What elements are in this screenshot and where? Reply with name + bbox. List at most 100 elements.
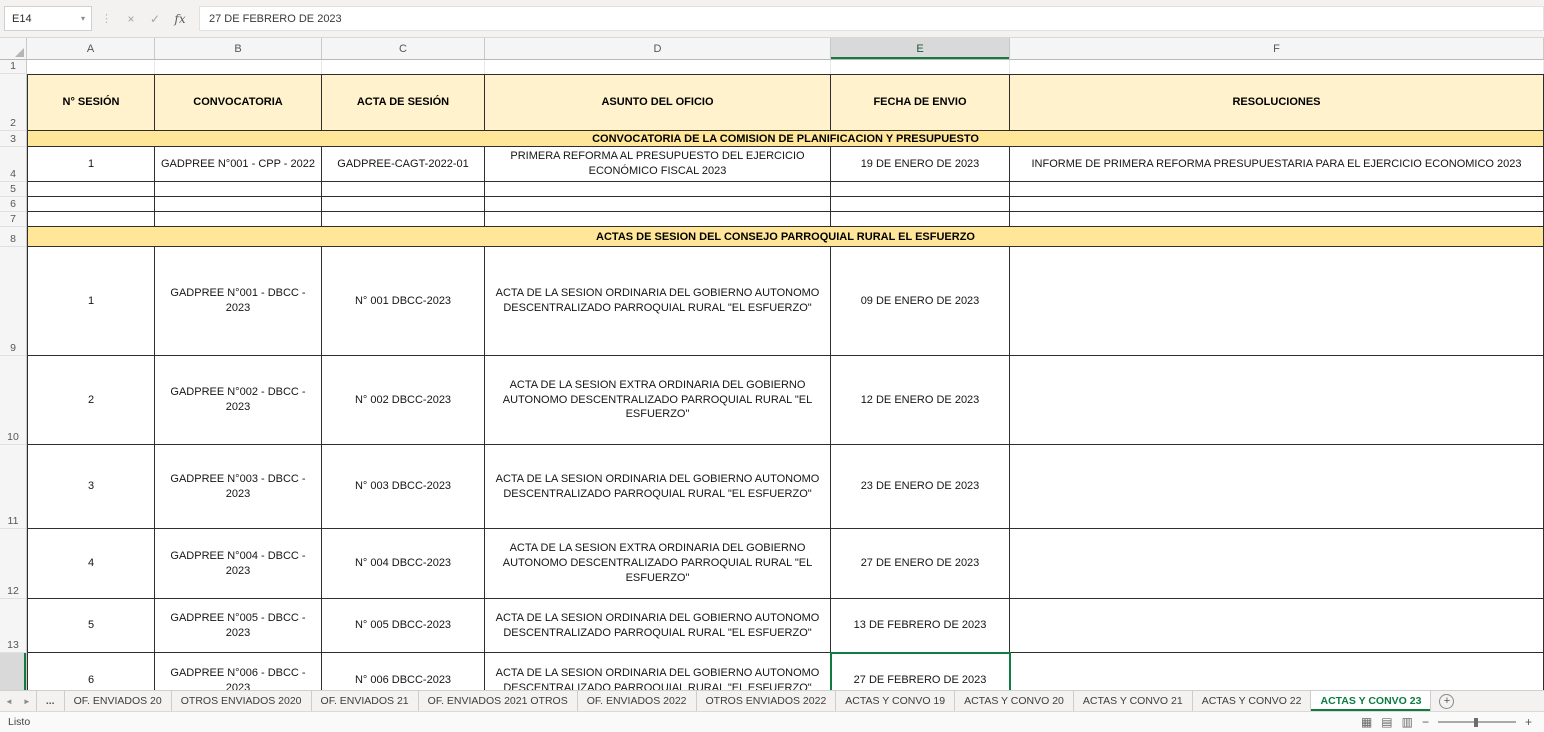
zoom-out-icon[interactable]: − [1422, 715, 1429, 729]
cell-C10[interactable]: N° 002 DBCC-2023 [322, 356, 485, 445]
cell-E14-active[interactable]: 27 DE FEBRERO DE 2023 [831, 653, 1010, 690]
cell-D2[interactable]: ASUNTO DEL OFICIO [485, 74, 831, 131]
cell-B11[interactable]: GADPREE N°003 - DBCC - 2023 [155, 445, 322, 529]
formula-input[interactable]: 27 DE FEBRERO DE 2023 [199, 6, 1544, 31]
cell-B12[interactable]: GADPREE N°004 - DBCC - 2023 [155, 529, 322, 599]
row-header-8[interactable]: 8 [0, 227, 27, 247]
name-box-dropdown-icon[interactable]: ▾ [75, 14, 91, 23]
cell-F5[interactable] [1010, 182, 1544, 197]
cancel-icon[interactable]: × [119, 12, 143, 26]
cell-A4[interactable]: 1 [27, 147, 155, 182]
cell-A10[interactable]: 2 [27, 356, 155, 445]
cell-E11[interactable]: 23 DE ENERO DE 2023 [831, 445, 1010, 529]
cell-F10[interactable] [1010, 356, 1544, 445]
tabs-overflow-button[interactable]: ... [36, 691, 65, 711]
sheet-tab-actas-y-convo-23-active[interactable]: ACTAS Y CONVO 23 [1311, 691, 1431, 711]
column-header-d[interactable]: D [485, 38, 831, 60]
cell-D7[interactable] [485, 212, 831, 227]
cell-E2[interactable]: FECHA DE ENVIO [831, 74, 1010, 131]
column-header-a[interactable]: A [27, 38, 155, 60]
cell-B4[interactable]: GADPREE N°001 - CPP - 2022 [155, 147, 322, 182]
cell-F14[interactable] [1010, 653, 1544, 690]
cell-A13[interactable]: 5 [27, 599, 155, 653]
cell-B7[interactable] [155, 212, 322, 227]
row-header-3[interactable]: 3 [0, 131, 27, 147]
zoom-slider[interactable] [1438, 715, 1516, 729]
cell-D6[interactable] [485, 197, 831, 212]
cell-A11[interactable]: 3 [27, 445, 155, 529]
row-header-13[interactable]: 13 [0, 599, 27, 653]
sheet-tab-of-enviados-2022[interactable]: OF. ENVIADOS 2022 [578, 691, 697, 711]
cell-D5[interactable] [485, 182, 831, 197]
row-header-12[interactable]: 12 [0, 529, 27, 599]
sheet-tab-actas-y-convo-19[interactable]: ACTAS Y CONVO 19 [836, 691, 955, 711]
cell-E4[interactable]: 19 DE ENERO DE 2023 [831, 147, 1010, 182]
column-header-e-selected[interactable]: E [831, 38, 1010, 60]
sheet-tab-actas-y-convo-22[interactable]: ACTAS Y CONVO 22 [1193, 691, 1312, 711]
sheet-tab-actas-y-convo-20[interactable]: ACTAS Y CONVO 20 [955, 691, 1074, 711]
zoom-in-icon[interactable]: + [1525, 715, 1532, 729]
cell-A8-merged-banner[interactable]: ACTAS DE SESION DEL CONSEJO PARROQUIAL R… [27, 227, 1544, 247]
row-header-6[interactable]: 6 [0, 197, 27, 212]
cell-F6[interactable] [1010, 197, 1544, 212]
cell-E10[interactable]: 12 DE ENERO DE 2023 [831, 356, 1010, 445]
column-header-f[interactable]: F [1010, 38, 1544, 60]
row-header-2[interactable]: 2 [0, 74, 27, 131]
cell-F2[interactable]: RESOLUCIONES [1010, 74, 1544, 131]
cell-B9[interactable]: GADPREE N°001 - DBCC - 2023 [155, 247, 322, 356]
cell-A5[interactable] [27, 182, 155, 197]
cell-D11[interactable]: ACTA DE LA SESION ORDINARIA DEL GOBIERNO… [485, 445, 831, 529]
row-header-7[interactable]: 7 [0, 212, 27, 227]
cell-C12[interactable]: N° 004 DBCC-2023 [322, 529, 485, 599]
cell-D10[interactable]: ACTA DE LA SESION EXTRA ORDINARIA DEL GO… [485, 356, 831, 445]
cell-C6[interactable] [322, 197, 485, 212]
cell-D9[interactable]: ACTA DE LA SESION ORDINARIA DEL GOBIERNO… [485, 247, 831, 356]
cell-B10[interactable]: GADPREE N°002 - DBCC - 2023 [155, 356, 322, 445]
sheet-tab-actas-y-convo-21[interactable]: ACTAS Y CONVO 21 [1074, 691, 1193, 711]
cell-A1[interactable] [27, 60, 155, 74]
cell-C1[interactable] [322, 60, 485, 74]
row-header-14[interactable]: 14 [0, 653, 27, 690]
zoom-slider-thumb[interactable] [1474, 718, 1478, 727]
cell-B14[interactable]: GADPREE N°006 - DBCC - 2023 [155, 653, 322, 690]
tabs-scroll-right-icon[interactable]: ► [18, 691, 36, 711]
cell-C13[interactable]: N° 005 DBCC-2023 [322, 599, 485, 653]
cell-D4[interactable]: PRIMERA REFORMA AL PRESUPUESTO DEL EJERC… [485, 147, 831, 182]
cell-A9[interactable]: 1 [27, 247, 155, 356]
sheet-tab-of-enviados-20[interactable]: OF. ENVIADOS 20 [65, 691, 172, 711]
cell-C11[interactable]: N° 003 DBCC-2023 [322, 445, 485, 529]
cell-A14[interactable]: 6 [27, 653, 155, 690]
row-header-9[interactable]: 9 [0, 247, 27, 356]
sheet-tab-otros-enviados-2022[interactable]: OTROS ENVIADOS 2022 [697, 691, 837, 711]
cell-C14[interactable]: N° 006 DBCC-2023 [322, 653, 485, 690]
view-page-layout-icon[interactable]: ▤ [1381, 715, 1392, 729]
cell-A3-merged-banner[interactable]: CONVOCATORIA DE LA COMISION DE PLANIFICA… [27, 131, 1544, 147]
cell-C9[interactable]: N° 001 DBCC-2023 [322, 247, 485, 356]
cell-E13[interactable]: 13 DE FEBRERO DE 2023 [831, 599, 1010, 653]
view-page-break-icon[interactable]: ▥ [1402, 715, 1413, 729]
sheet-tab-of-enviados-21[interactable]: OF. ENVIADOS 21 [312, 691, 419, 711]
tabs-scroll-left-icon[interactable]: ◄ [0, 691, 18, 711]
sheet-tab-otros-enviados-2020[interactable]: OTROS ENVIADOS 2020 [172, 691, 312, 711]
cell-F7[interactable] [1010, 212, 1544, 227]
cell-E6[interactable] [831, 197, 1010, 212]
cell-F1[interactable] [1010, 60, 1544, 74]
cell-E12[interactable]: 27 DE ENERO DE 2023 [831, 529, 1010, 599]
insert-function-icon[interactable]: fx [167, 12, 193, 26]
cell-C7[interactable] [322, 212, 485, 227]
cell-A7[interactable] [27, 212, 155, 227]
cell-E5[interactable] [831, 182, 1010, 197]
cell-E9[interactable]: 09 DE ENERO DE 2023 [831, 247, 1010, 356]
add-sheet-button[interactable]: + [1439, 694, 1454, 709]
cell-B1[interactable] [155, 60, 322, 74]
cell-D12[interactable]: ACTA DE LA SESION EXTRA ORDINARIA DEL GO… [485, 529, 831, 599]
cell-F9[interactable] [1010, 247, 1544, 356]
cell-E1[interactable] [831, 60, 1010, 74]
row-header-11[interactable]: 11 [0, 445, 27, 529]
cell-B13[interactable]: GADPREE N°005 - DBCC - 2023 [155, 599, 322, 653]
cell-A6[interactable] [27, 197, 155, 212]
cell-D14[interactable]: ACTA DE LA SESION ORDINARIA DEL GOBIERNO… [485, 653, 831, 690]
column-header-b[interactable]: B [155, 38, 322, 60]
cell-F12[interactable] [1010, 529, 1544, 599]
cell-F4[interactable]: INFORME DE PRIMERA REFORMA PRESUPUESTARI… [1010, 147, 1544, 182]
